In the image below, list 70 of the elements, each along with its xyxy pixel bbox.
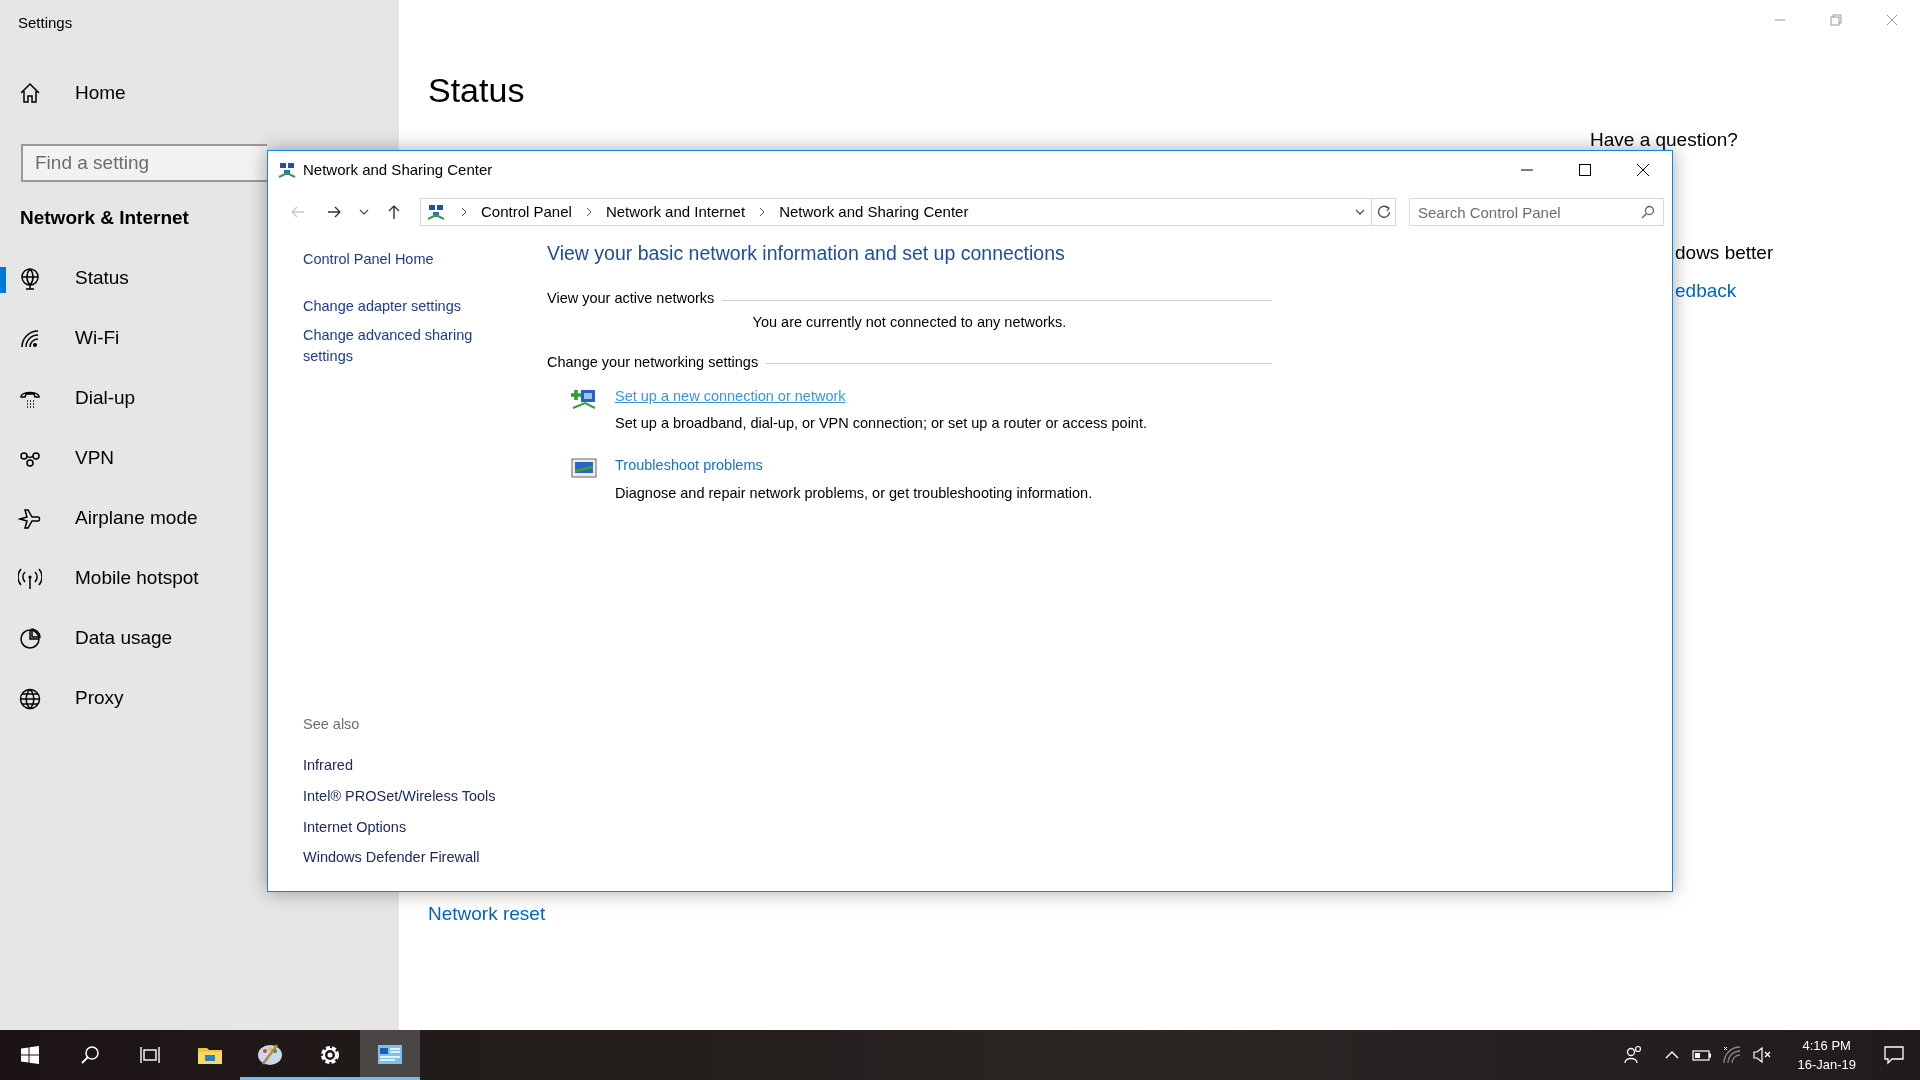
help-heading: Have a question?	[1590, 128, 1738, 152]
start-icon	[21, 1046, 39, 1064]
nav-link[interactable]: Home	[75, 78, 126, 108]
nav-item[interactable]: Status	[0, 248, 129, 309]
pie-chart-icon	[18, 626, 42, 651]
nav-item[interactable]: Dial-up	[0, 368, 136, 429]
section-label: Change your networking settings	[547, 352, 759, 372]
status-message: You are currently not connected to any networks.	[752, 314, 1067, 330]
notifications-icon[interactable]	[1884, 1045, 1904, 1065]
battery-icon	[1692, 1049, 1713, 1061]
task-description: Set up a broadband, dial-up, or VPN connection; or set up a router or access point.	[615, 414, 1147, 434]
wifi-icon	[1722, 1045, 1743, 1065]
nav-item[interactable]: Wi-Fi	[0, 308, 120, 369]
search-icon	[1641, 205, 1655, 219]
nav-item[interactable]: Airplane mode	[0, 488, 198, 549]
page-title: Status	[428, 70, 525, 110]
see-also-link[interactable]: Internet Options	[303, 816, 407, 839]
mute-icon	[1753, 1046, 1772, 1064]
search-icon	[80, 1045, 100, 1065]
caret-icon	[359, 209, 369, 215]
breadcrumb-link[interactable]: Network and Sharing Center	[775, 200, 973, 224]
chevron-icon	[459, 207, 469, 217]
maximize-icon	[1579, 164, 1591, 176]
globe-icon	[18, 686, 42, 711]
refresh-button[interactable]	[1372, 198, 1396, 226]
home-icon	[18, 81, 42, 105]
globe-icon	[18, 266, 42, 291]
see-also-heading: See also	[303, 715, 360, 735]
refresh-icon	[1376, 205, 1391, 219]
nav-item[interactable]: VPN	[0, 428, 115, 489]
new-connection-icon	[571, 387, 597, 410]
monitor-icon	[571, 457, 597, 479]
see-also-link[interactable]: Intel® PROSet/Wireless Tools	[303, 785, 496, 808]
sidebar-link[interactable]: Change advanced sharing settings	[303, 324, 478, 368]
back-icon	[290, 205, 306, 219]
chevron-icon	[1665, 1051, 1680, 1059]
window-title: Network and Sharing Center	[303, 159, 493, 180]
sidebar-link[interactable]: Control Panel Home	[303, 249, 434, 271]
window-title: Settings	[17, 13, 73, 33]
nav-item[interactable]: Mobile hotspot	[0, 548, 199, 609]
network-icon	[278, 161, 296, 179]
up-arrow-icon	[387, 204, 401, 220]
section-heading: Network & Internet	[20, 206, 189, 230]
sidebar-link[interactable]: Change adapter settings	[303, 295, 461, 318]
feedback-link[interactable]: edback	[1675, 277, 1737, 306]
task-view-icon	[139, 1045, 161, 1065]
clock-date: 16-Jan-19	[1797, 1056, 1856, 1074]
antenna-icon	[18, 566, 42, 591]
see-also-link[interactable]: Infrared	[303, 755, 353, 777]
restore-icon	[1830, 14, 1842, 26]
clock-time: 4:16 PM	[1801, 1037, 1852, 1055]
task-description: Diagnose and repair network problems, or get troubleshooting information.	[615, 483, 1093, 503]
taskbar-app[interactable]	[360, 1030, 420, 1080]
task-link[interactable]: Troubleshoot problems	[615, 457, 763, 473]
airplane-icon	[18, 506, 42, 531]
page-heading: View your basic network information and set up connections	[547, 241, 1065, 266]
see-also-link[interactable]: Windows Defender Firewall	[303, 847, 480, 869]
nav-item[interactable]: Data usage	[0, 608, 173, 669]
close-icon	[1637, 164, 1649, 176]
section-label: View your active networks	[547, 289, 715, 309]
caret-icon	[1355, 209, 1365, 215]
breadcrumb-link[interactable]: Control Panel	[477, 200, 576, 224]
close-icon	[1886, 14, 1898, 26]
feedback-text: dows better	[1675, 240, 1774, 265]
breadcrumb-link[interactable]: Network and Internet	[601, 200, 750, 224]
network-icon	[427, 203, 445, 221]
search-field[interactable]: Find a setting	[21, 144, 267, 182]
nav-item[interactable]: Proxy	[0, 668, 124, 729]
network-reset-link[interactable]: Network reset	[428, 899, 546, 928]
forward-icon	[326, 205, 342, 219]
